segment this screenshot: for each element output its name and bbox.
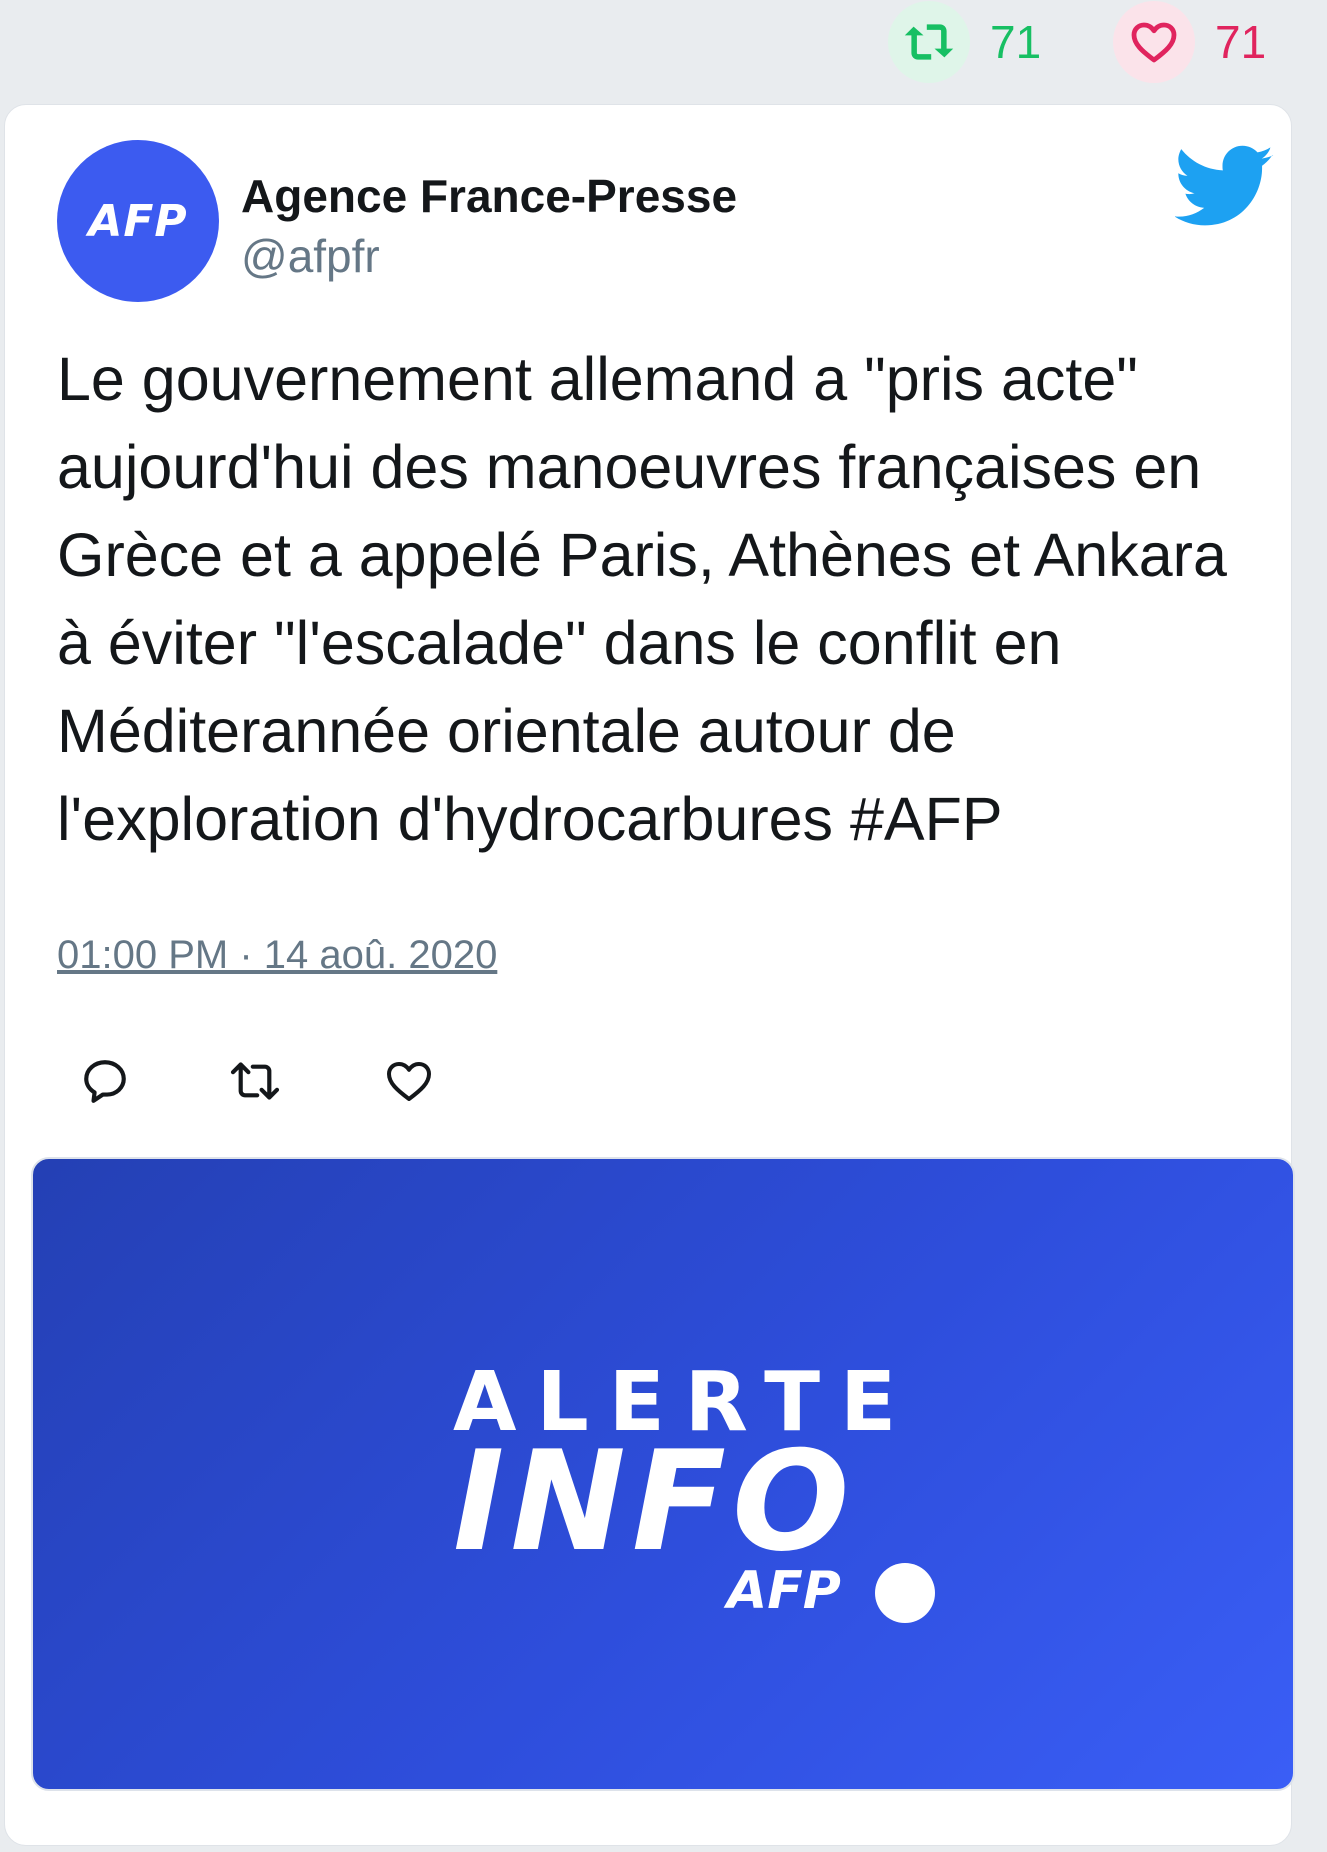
retweet-count: 71 xyxy=(990,16,1042,68)
tweet-timestamp[interactable]: 01:00 PM · 14 aoû. 2020 xyxy=(57,933,497,978)
author-name[interactable]: Agence France-Presse xyxy=(241,169,737,223)
retweet-action-icon[interactable] xyxy=(225,1051,285,1111)
like-count: 71 xyxy=(1215,16,1267,68)
avatar[interactable]: AFP xyxy=(57,140,219,302)
tweet-card[interactable]: AFP Agence France-Presse @afpfr Le gouve… xyxy=(4,104,1295,1846)
author-handle[interactable]: @afpfr xyxy=(241,229,380,283)
like-action-icon[interactable] xyxy=(379,1051,439,1111)
engagement-bar: 71 71 xyxy=(0,0,1327,100)
tweet-media-image[interactable]: ALERTE INFO AFP xyxy=(31,1157,1295,1791)
avatar-logo-text: AFP xyxy=(88,195,188,247)
media-afp-logo-dot xyxy=(875,1563,935,1623)
tweet-text: Le gouvernement allemand a "pris acte" a… xyxy=(57,345,1227,853)
media-headline-info: INFO xyxy=(453,1421,856,1582)
heart-icon[interactable] xyxy=(1113,1,1195,83)
retweet-icon[interactable] xyxy=(888,1,970,83)
like-stat[interactable]: 71 xyxy=(1113,1,1267,83)
media-afp-logo: AFP xyxy=(727,1561,841,1621)
reply-icon[interactable] xyxy=(75,1051,135,1111)
twitter-bird-icon[interactable] xyxy=(1175,145,1275,229)
retweet-stat[interactable]: 71 xyxy=(888,1,1042,83)
